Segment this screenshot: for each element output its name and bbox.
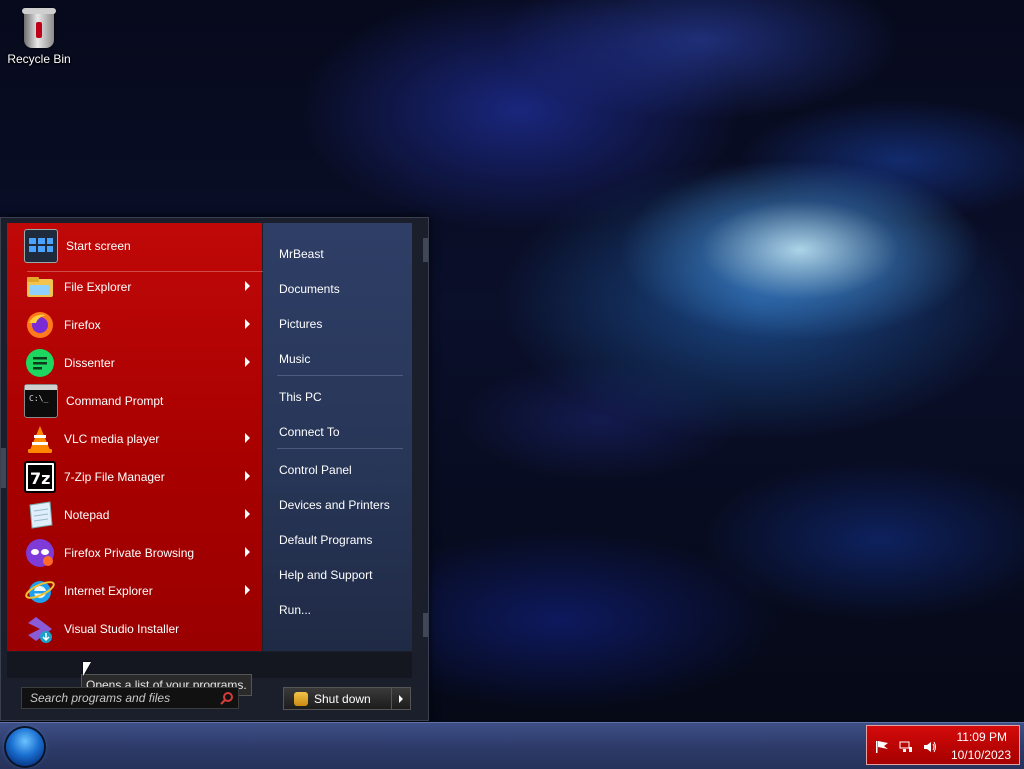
search-input[interactable] [22,690,218,706]
pinned-item-label: Notepad [64,508,110,522]
dissenter-icon [24,347,56,379]
pinned-programs-pane: Start screen File Explorer Firefox Disse… [7,223,264,651]
places-pane: MrBeast Documents Pictures Music This PC… [263,223,412,651]
pinned-item-command-prompt[interactable]: C:\_ Command Prompt [24,384,264,418]
vlc-icon [24,423,56,455]
firefox-icon [24,309,56,341]
recycle-bin-icon [22,8,56,48]
taskbar: 11:09 PM 10/10/2023 [0,722,1024,769]
system-tray: 11:09 PM 10/10/2023 [866,725,1020,765]
search-box[interactable] [21,687,239,709]
shutdown-label: Shut down [314,691,371,706]
submenu-arrow-icon[interactable] [245,319,250,329]
volume-icon[interactable] [923,740,937,753]
places-item-user[interactable]: MrBeast [279,247,324,261]
pinned-item-label: VLC media player [64,432,160,446]
desktop-icon-label: Recycle Bin [7,52,71,66]
menu-edge [423,238,428,262]
shield-icon [294,691,308,706]
file-explorer-icon [24,271,56,303]
notepad-icon [24,499,56,531]
mouse-cursor-icon [83,662,91,676]
pinned-item-label: File Explorer [64,280,132,294]
submenu-arrow-icon[interactable] [245,281,250,291]
pinned-item-firefox[interactable]: Firefox [24,308,264,342]
internet-explorer-icon [24,575,56,607]
search-icon[interactable] [220,691,234,705]
pinned-item-label: Dissenter [64,356,115,370]
places-item-default-programs[interactable]: Default Programs [279,533,372,547]
submenu-arrow-icon[interactable] [245,433,250,443]
svg-text:7z: 7z [30,469,50,488]
pinned-item-notepad[interactable]: Notepad [24,498,264,532]
submenu-arrow-icon[interactable] [245,357,250,367]
pinned-item-label: Firefox Private Browsing [64,546,195,560]
pinned-item-dissenter[interactable]: Dissenter [24,346,264,380]
places-item-connect-to[interactable]: Connect To [279,425,340,439]
clock-time[interactable]: 11:09 PM [957,730,1007,744]
places-item-music[interactable]: Music [279,352,310,366]
pinned-item-label: Visual Studio Installer [64,622,180,636]
places-item-run[interactable]: Run... [279,603,311,617]
places-item-devices-printers[interactable]: Devices and Printers [279,498,390,512]
submenu-arrow-icon[interactable] [245,585,250,595]
pinned-item-label: Start screen [66,239,131,253]
pinned-item-start-screen[interactable]: Start screen [24,229,264,263]
svg-text:C:\_: C:\_ [29,394,48,403]
start-menu: Start screen File Explorer Firefox Disse… [0,217,429,721]
places-separator [277,448,403,449]
visual-studio-installer-icon [24,613,56,645]
pinned-item-label: Command Prompt [66,394,164,408]
places-separator [277,375,403,376]
places-item-help-support[interactable]: Help and Support [279,568,372,582]
clock-date[interactable]: 10/10/2023 [951,748,1011,762]
submenu-arrow-icon[interactable] [245,471,250,481]
menu-edge [423,613,428,637]
pinned-item-firefox-private[interactable]: Firefox Private Browsing [24,536,264,570]
shutdown-button[interactable]: Shut down [283,687,394,710]
desktop-icon-recycle-bin[interactable]: Recycle Bin [6,8,72,66]
pinned-item-internet-explorer[interactable]: Internet Explorer [24,574,264,608]
places-item-this-pc[interactable]: This PC [279,390,322,404]
start-button[interactable] [6,728,44,766]
action-center-flag-icon[interactable] [875,740,889,753]
network-icon[interactable] [899,740,913,752]
start-screen-icon [24,229,58,263]
7zip-icon: 7z [24,461,56,493]
pinned-item-visual-studio-installer[interactable]: Visual Studio Installer [24,612,264,646]
pinned-item-file-explorer[interactable]: File Explorer [24,270,264,304]
pinned-item-label: 7-Zip File Manager [64,470,165,484]
places-item-control-panel[interactable]: Control Panel [279,463,352,477]
pinned-item-vlc[interactable]: VLC media player [24,422,264,456]
places-item-documents[interactable]: Documents [279,282,340,296]
firefox-private-icon [24,537,56,569]
pinned-item-label: Firefox [64,318,101,332]
pinned-item-label: Internet Explorer [64,584,153,598]
shutdown-options-arrow[interactable] [391,687,411,710]
command-prompt-icon: C:\_ [24,384,58,418]
places-item-pictures[interactable]: Pictures [279,317,322,331]
pinned-item-7zip[interactable]: 7z 7-Zip File Manager [24,460,264,494]
submenu-arrow-icon[interactable] [245,547,250,557]
menu-edge [1,448,6,488]
submenu-arrow-icon[interactable] [245,509,250,519]
